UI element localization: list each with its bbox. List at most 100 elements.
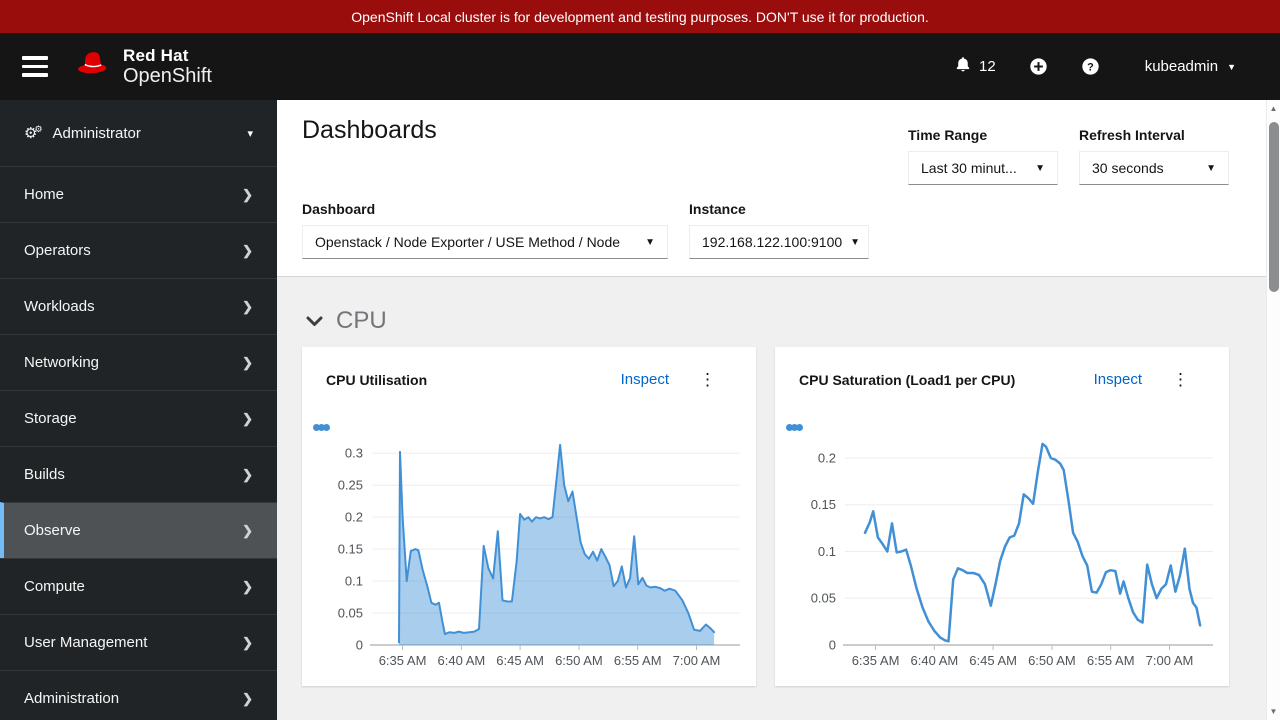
caret-down-icon: ▼: [850, 236, 861, 248]
svg-text:0.15: 0.15: [338, 542, 363, 557]
refresh-interval-select[interactable]: 30 seconds ▼: [1079, 151, 1229, 185]
main-scrollbar[interactable]: ▲ ▼: [1266, 100, 1280, 720]
hamburger-menu-icon[interactable]: [22, 56, 48, 77]
masthead: Red Hat OpenShift 12 ? kubeadmin ▼: [0, 33, 1280, 100]
caret-down-icon: ▼: [1206, 162, 1216, 174]
svg-text:0.1: 0.1: [818, 544, 836, 559]
sidebar-nav: ⚙⚙ Administrator ▾ Home ❯ Operators ❯ Worklo…: [0, 100, 277, 720]
time-range-label: Time Range: [908, 127, 988, 143]
sidebar-item-operators[interactable]: Operators ❯: [0, 222, 277, 278]
svg-text:?: ?: [1087, 61, 1094, 73]
chevron-down-icon: [306, 316, 323, 327]
sidebar-item-compute[interactable]: Compute ❯: [0, 558, 277, 614]
svg-text:7:00 AM: 7:00 AM: [1146, 653, 1194, 668]
perspective-switcher[interactable]: ⚙⚙ Administrator ▾: [0, 100, 277, 166]
instance-label: Instance: [689, 201, 746, 217]
svg-text:0.05: 0.05: [811, 591, 836, 606]
page-title: Dashboards: [302, 116, 437, 144]
scroll-down-arrow-icon[interactable]: ▼: [1267, 707, 1280, 716]
section-title: CPU: [336, 307, 387, 334]
sidebar-nav-items: Home ❯ Operators ❯ Workloads ❯ Networking ❯ Stor…: [0, 166, 277, 720]
svg-text:0.05: 0.05: [338, 606, 363, 621]
caret-down-icon: ▼: [1035, 162, 1045, 174]
svg-text:0: 0: [829, 638, 836, 653]
cpu-saturation-card: CPU Saturation (Load1 per CPU) Inspect ⋮…: [775, 347, 1229, 686]
chevron-right-icon: ❯: [242, 298, 253, 314]
refresh-interval-value: 30 seconds: [1092, 160, 1164, 176]
add-plus-circle-icon[interactable]: [1029, 57, 1048, 76]
notifications-button[interactable]: 12: [954, 56, 996, 78]
caret-down-icon: ▾: [247, 127, 253, 140]
kebab-menu-icon[interactable]: ⋮: [1172, 371, 1189, 388]
svg-text:6:35 AM: 6:35 AM: [379, 653, 427, 668]
chevron-right-icon: ❯: [242, 186, 253, 202]
sidebar-item-label: Operators: [24, 242, 91, 259]
cpu-section-toggle[interactable]: CPU: [306, 307, 387, 335]
svg-text:6:45 AM: 6:45 AM: [969, 653, 1017, 668]
chevron-right-icon: ❯: [242, 522, 253, 538]
time-range-select[interactable]: Last 30 minut... ▼: [908, 151, 1058, 185]
caret-down-icon: ▼: [645, 236, 655, 248]
user-menu[interactable]: kubeadmin ▼: [1145, 58, 1236, 75]
sidebar-item-label: Home: [24, 186, 65, 203]
sidebar-item-label: User Management: [24, 634, 148, 651]
sidebar-item-user-management[interactable]: User Management ❯: [0, 614, 277, 670]
dashboards-toolbar: Dashboards Time Range Last 30 minut... ▼…: [277, 100, 1280, 277]
sidebar-item-observe[interactable]: Observe ❯: [0, 502, 277, 558]
cogs-icon: ⚙⚙: [24, 124, 43, 142]
time-range-value: Last 30 minut...: [921, 160, 1017, 176]
svg-text:0.2: 0.2: [818, 450, 836, 465]
legend-overflow-dots[interactable]: [786, 424, 803, 431]
sidebar-item-label: Observe: [24, 522, 81, 539]
sidebar-item-label: Workloads: [24, 298, 95, 315]
dashboard-select[interactable]: Openstack / Node Exporter / USE Method /…: [302, 225, 668, 259]
banner-text: OpenShift Local cluster is for developme…: [351, 8, 929, 25]
svg-text:6:40 AM: 6:40 AM: [438, 653, 486, 668]
sidebar-item-storage[interactable]: Storage ❯: [0, 390, 277, 446]
scroll-up-arrow-icon[interactable]: ▲: [1267, 104, 1280, 113]
svg-text:0.15: 0.15: [811, 497, 836, 512]
instance-value: 192.168.122.100:9100: [702, 234, 843, 250]
perspective-label: Administrator: [52, 124, 141, 142]
kebab-menu-icon[interactable]: ⋮: [699, 371, 716, 388]
svg-text:0.2: 0.2: [345, 510, 363, 525]
card-title: CPU Saturation (Load1 per CPU): [799, 371, 1016, 388]
inspect-link[interactable]: Inspect: [621, 371, 669, 388]
svg-text:0.1: 0.1: [345, 574, 363, 589]
chevron-right-icon: ❯: [242, 690, 253, 706]
main-scrollbar-thumb[interactable]: [1269, 122, 1279, 292]
brand-name: Red Hat: [123, 45, 189, 65]
legend-overflow-dots[interactable]: [313, 424, 330, 431]
chevron-right-icon: ❯: [242, 242, 253, 258]
instance-select[interactable]: 192.168.122.100:9100 ▼: [689, 225, 869, 259]
notification-count: 12: [979, 58, 996, 75]
refresh-interval-label: Refresh Interval: [1079, 127, 1185, 143]
sidebar-item-workloads[interactable]: Workloads ❯: [0, 278, 277, 334]
sidebar-item-home[interactable]: Home ❯: [0, 166, 277, 222]
svg-text:6:35 AM: 6:35 AM: [852, 653, 900, 668]
svg-text:6:55 AM: 6:55 AM: [1087, 653, 1135, 668]
svg-text:6:55 AM: 6:55 AM: [614, 653, 662, 668]
sidebar-item-label: Administration: [24, 690, 120, 707]
svg-text:6:45 AM: 6:45 AM: [496, 653, 544, 668]
sidebar-item-label: Compute: [24, 578, 85, 595]
chevron-right-icon: ❯: [242, 466, 253, 482]
dev-warning-banner: OpenShift Local cluster is for developme…: [0, 0, 1280, 33]
main-content: Dashboards Time Range Last 30 minut... ▼…: [277, 100, 1280, 720]
sidebar-item-label: Builds: [24, 466, 65, 483]
card-title: CPU Utilisation: [326, 371, 428, 388]
sidebar-item-builds[interactable]: Builds ❯: [0, 446, 277, 502]
sidebar-item-label: Networking: [24, 354, 100, 371]
sidebar-item-networking[interactable]: Networking ❯: [0, 334, 277, 390]
chevron-right-icon: ❯: [242, 634, 253, 650]
dashboard-value: Openstack / Node Exporter / USE Method /…: [315, 234, 621, 250]
svg-text:0: 0: [356, 638, 363, 653]
svg-text:0.3: 0.3: [345, 446, 363, 461]
svg-text:6:50 AM: 6:50 AM: [1028, 653, 1076, 668]
help-question-circle-icon[interactable]: ?: [1081, 57, 1100, 76]
brand-logo: Red Hat OpenShift: [74, 46, 212, 87]
chevron-right-icon: ❯: [242, 410, 253, 426]
inspect-link[interactable]: Inspect: [1094, 371, 1142, 388]
username: kubeadmin: [1144, 58, 1219, 75]
sidebar-item-administration[interactable]: Administration ❯: [0, 670, 277, 720]
